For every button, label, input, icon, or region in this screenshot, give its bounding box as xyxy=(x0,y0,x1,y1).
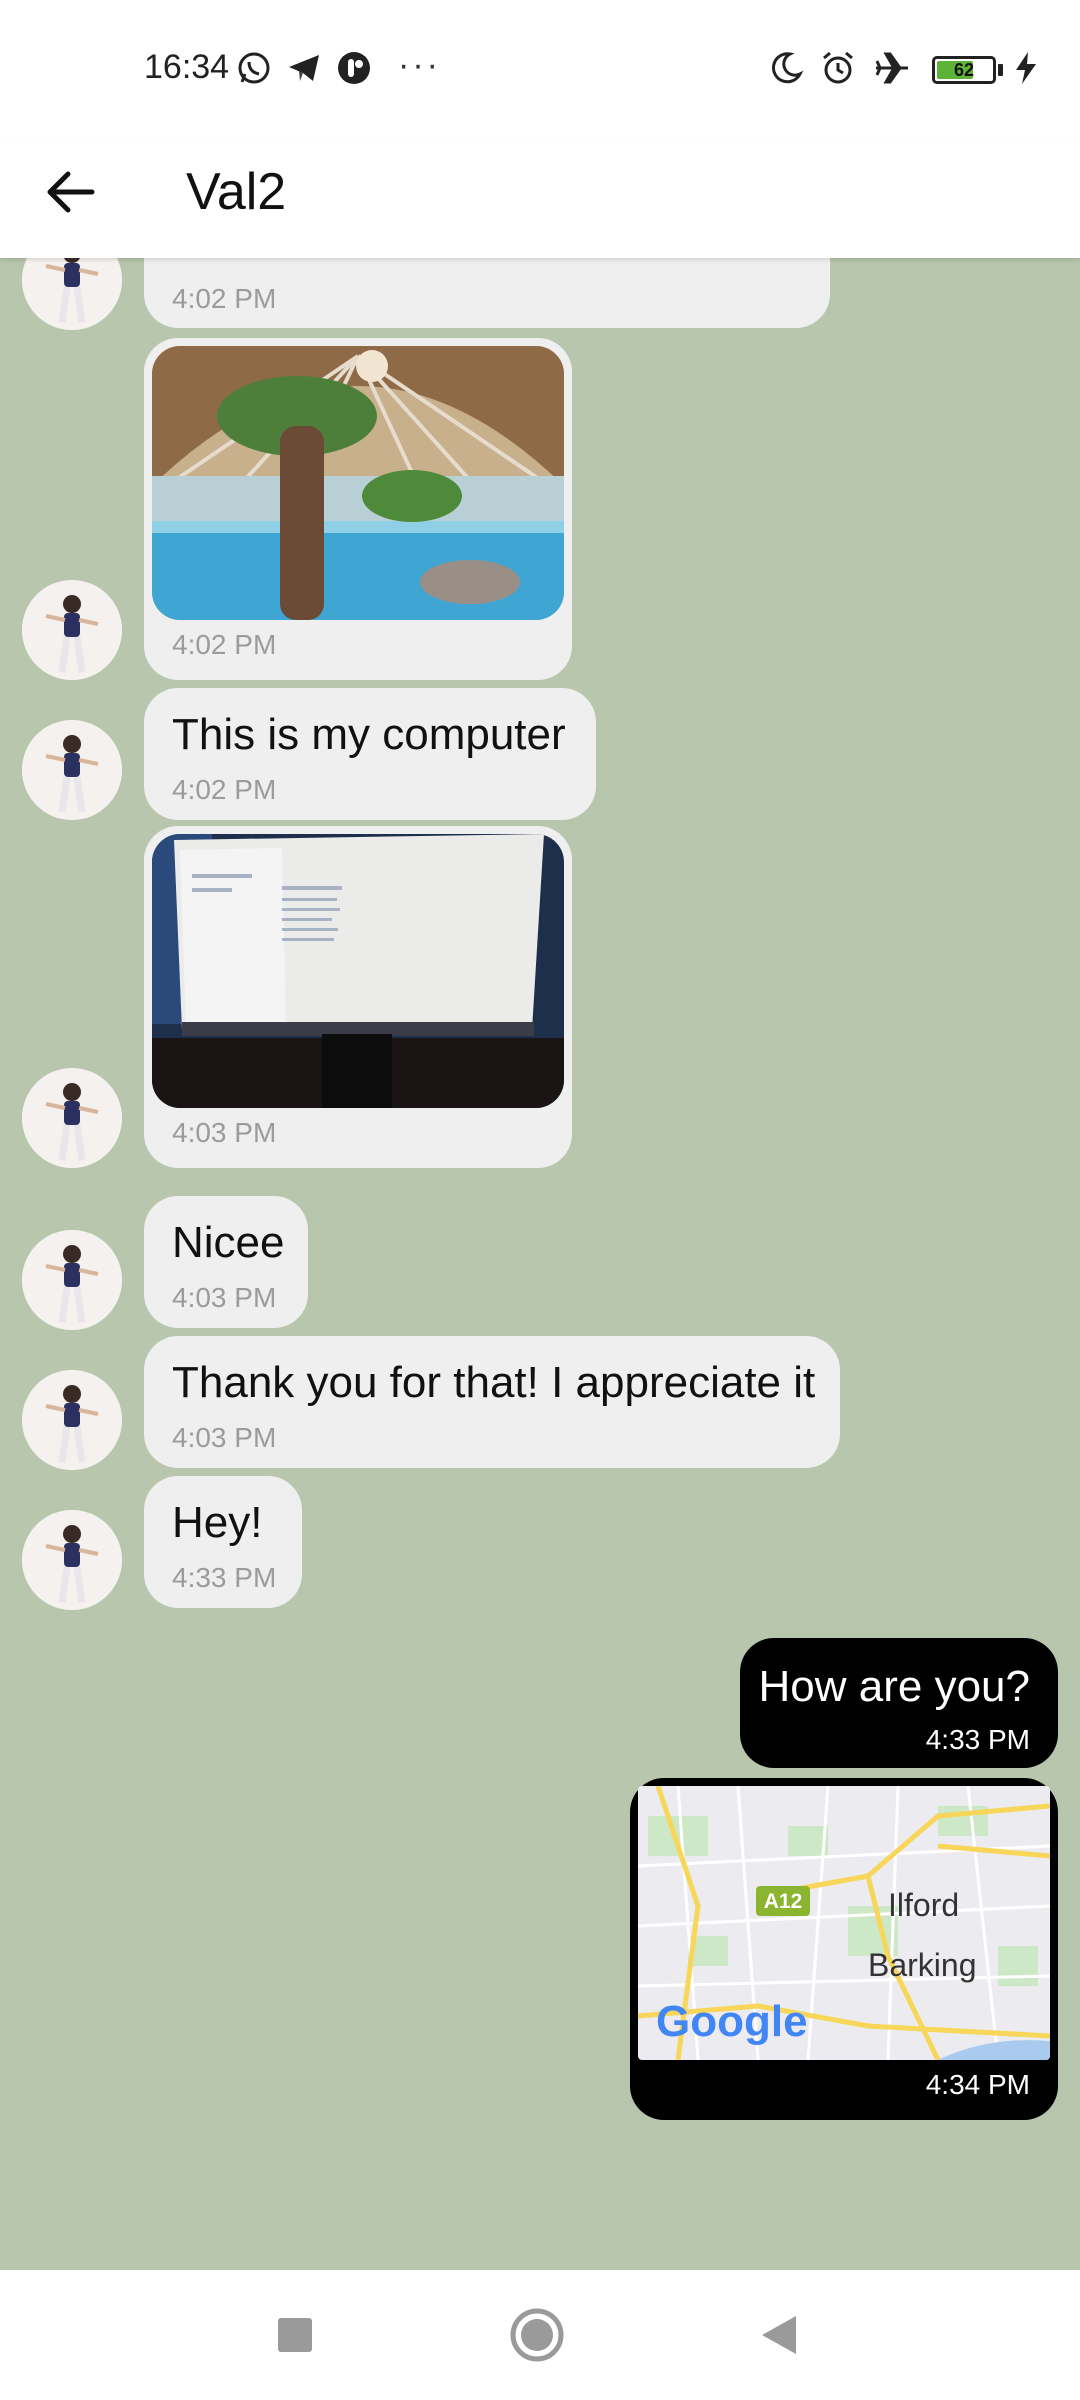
contact-avatar[interactable] xyxy=(22,720,122,820)
message-bubble[interactable]: 4:02 PM xyxy=(144,258,830,328)
navigation-bar xyxy=(0,2270,1080,2400)
message-text: Thank you for that! I appreciate it xyxy=(172,1358,816,1407)
telegram-icon xyxy=(289,55,319,81)
map-place-label: Barking xyxy=(868,1947,977,1983)
map-place-label: Ilford xyxy=(888,1887,959,1923)
message-time: 4:03 PM xyxy=(172,1422,277,1453)
message-text: How are you? xyxy=(758,1662,1030,1711)
message-bubble-outgoing[interactable]: How are you? 4:33 PM xyxy=(740,1638,1058,1768)
message-time: 4:03 PM xyxy=(172,1282,277,1313)
home-circle-icon[interactable] xyxy=(502,2300,572,2370)
map-road-label: A12 xyxy=(764,1890,803,1913)
message-list[interactable]: 4:02 PM 4:02 PM This is my computer 4:02… xyxy=(0,258,1080,2270)
status-bar: 16:34 ··· 62 xyxy=(0,0,1080,140)
do-not-disturb-icon xyxy=(771,52,804,84)
photo-attachment[interactable] xyxy=(152,346,564,620)
message-bubble[interactable]: Thank you for that! I appreciate it 4:03… xyxy=(144,1336,840,1468)
status-time: 16:34 xyxy=(144,48,230,86)
photo-attachment[interactable] xyxy=(152,834,564,1108)
app-icon xyxy=(338,52,370,84)
recents-square-icon[interactable] xyxy=(260,2300,330,2370)
chat-title: Val2 xyxy=(186,163,287,221)
message-bubble[interactable]: This is my computer 4:02 PM xyxy=(144,688,596,820)
whatsapp-icon xyxy=(238,52,270,84)
message-bubble[interactable]: 4:03 PM xyxy=(144,826,572,1168)
contact-avatar[interactable] xyxy=(22,1510,122,1610)
contact-avatar[interactable] xyxy=(22,580,122,680)
message-time: 4:02 PM xyxy=(172,283,277,314)
chat-header: Val2 xyxy=(0,140,1080,258)
back-triangle-icon[interactable] xyxy=(744,2300,814,2370)
message-bubble[interactable]: 4:02 PM xyxy=(144,338,572,680)
charging-icon xyxy=(1016,52,1036,84)
message-time: 4:02 PM xyxy=(172,629,277,660)
alarm-icon xyxy=(823,51,853,84)
message-text: Hey! xyxy=(172,1498,263,1547)
google-logo: Google xyxy=(656,1997,808,2046)
arrow-left-icon[interactable] xyxy=(40,160,104,224)
contact-avatar[interactable] xyxy=(22,1068,122,1168)
message-bubble[interactable]: Hey! 4:33 PM xyxy=(144,1476,302,1608)
contact-avatar[interactable] xyxy=(22,258,122,330)
battery-level: 62 xyxy=(953,60,975,80)
battery-icon: 62 xyxy=(932,56,996,84)
map-attachment[interactable]: A12 Ilford Barking Google xyxy=(638,1786,1050,2060)
contact-avatar[interactable] xyxy=(22,1370,122,1470)
message-bubble[interactable]: Nicee 4:03 PM xyxy=(144,1196,308,1328)
message-bubble-outgoing[interactable]: A12 Ilford Barking Google 4:34 PM xyxy=(630,1778,1058,2120)
message-time: 4:34 PM xyxy=(925,2069,1030,2100)
message-time: 4:02 PM xyxy=(172,774,277,805)
message-text: This is my computer xyxy=(172,710,566,759)
contact-avatar[interactable] xyxy=(22,1230,122,1330)
message-text: Nicee xyxy=(172,1218,285,1267)
message-time: 4:33 PM xyxy=(172,1562,277,1593)
airplane-mode-icon xyxy=(875,52,908,84)
more-dots: ··· xyxy=(398,46,441,84)
message-time: 4:03 PM xyxy=(172,1117,277,1148)
message-time: 4:33 PM xyxy=(925,1724,1030,1755)
